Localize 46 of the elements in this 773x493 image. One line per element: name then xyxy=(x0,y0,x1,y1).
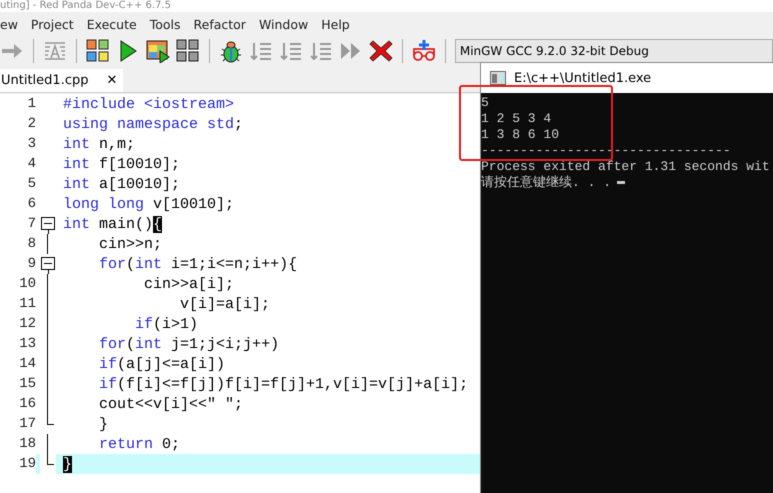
code-line: if(f[i]<=f[j])f[i]=f[j]+1,v[i]=v[j]+a[i]; xyxy=(98,376,468,392)
menu-item[interactable]: Help xyxy=(321,16,350,32)
code-line: } xyxy=(98,416,108,432)
window-title: uting] - Red Panda Dev-C++ 6.7.5 xyxy=(0,0,171,12)
bug-icon[interactable] xyxy=(218,39,243,63)
console-output-line: Process exited after 1.31 seconds wit xyxy=(481,159,771,175)
code-line: cin>>n; xyxy=(98,236,162,252)
window-play-icon[interactable] xyxy=(146,39,170,63)
code-line: if(i>1) xyxy=(134,316,198,332)
close-icon[interactable]: ✕ xyxy=(106,73,118,88)
console-output-line: 1 3 8 6 10 xyxy=(481,127,560,143)
glasses-plus-icon[interactable] xyxy=(412,39,436,63)
console-output-line: 5 xyxy=(481,95,490,111)
file-tab[interactable]: Untitled1.cpp ✕ xyxy=(0,69,124,92)
console-window-icon xyxy=(490,71,506,85)
menu-item[interactable]: Execute xyxy=(86,16,137,32)
code-line: cin>>a[i]; xyxy=(143,276,234,292)
menu-item[interactable]: Refactor xyxy=(194,16,246,32)
tab-label: Untitled1.cpp xyxy=(1,73,88,88)
code-line: using namespace std; xyxy=(63,116,244,132)
menu-item[interactable]: Window xyxy=(258,16,308,32)
line-number: 19 xyxy=(0,454,36,474)
code-line: cout<<v[i]<<" "; xyxy=(98,396,244,412)
code-line: int a[10010]; xyxy=(63,176,180,192)
code-line: return 0; xyxy=(98,436,180,452)
grid-icon[interactable] xyxy=(176,39,200,63)
code-line: for(int i=1;i<=n;i++){ xyxy=(98,256,298,272)
console-output-line: -------------------------------- xyxy=(481,143,732,159)
code-line: int main(){ xyxy=(63,216,162,232)
text-cursor xyxy=(617,181,626,184)
console-output-line: 请按任意键继续. . . xyxy=(481,175,773,191)
code-line: if(a[j]<=a[i]) xyxy=(98,356,226,372)
four-squares-icon[interactable] xyxy=(86,39,110,63)
console-output-line: 1 2 5 3 4 xyxy=(481,111,552,127)
console-title: E:\c++\Untitled1.exe xyxy=(514,70,652,86)
menu-item[interactable]: Tools xyxy=(150,16,180,32)
code-line: int f[10010]; xyxy=(63,156,180,172)
menu-item[interactable]: ew xyxy=(0,16,18,32)
menu-item[interactable]: Project xyxy=(30,16,74,32)
code-line: for(int j=1;j<i;j++) xyxy=(98,336,280,352)
code-line: #include <iostream> xyxy=(63,96,234,112)
compiler-dropdown[interactable]: MinGW GCC 9.2.0 32-bit Debug xyxy=(454,39,773,63)
close-icon[interactable] xyxy=(368,39,393,63)
code-line: long long v[10010]; xyxy=(63,196,234,212)
code-line: int n,m; xyxy=(63,136,136,152)
code-line: v[i]=a[i]; xyxy=(179,296,270,312)
